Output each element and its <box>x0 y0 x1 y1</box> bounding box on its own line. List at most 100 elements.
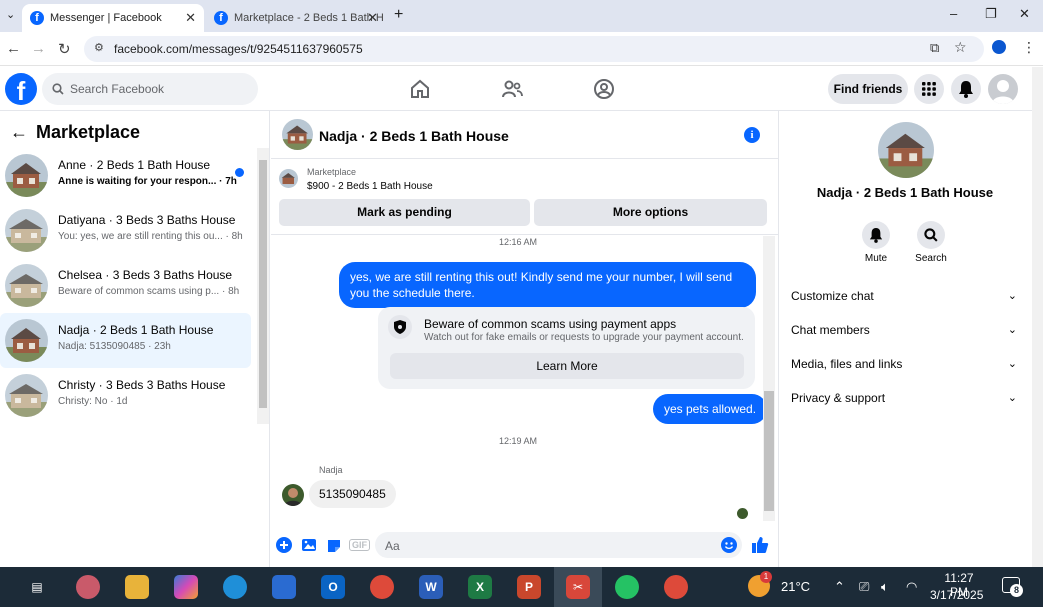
chat-name: Chelsea · 3 Beds 3 Baths House <box>58 268 233 282</box>
more-options-button[interactable]: More options <box>534 199 767 226</box>
excel-icon[interactable]: X <box>468 575 492 599</box>
read-receipt-avatar <box>737 508 748 519</box>
sender-avatar[interactable] <box>282 484 304 506</box>
mute-button[interactable]: Mute <box>848 221 904 264</box>
volume-icon[interactable]: 🔈︎ <box>881 579 889 595</box>
chrome-icon[interactable] <box>370 575 394 599</box>
learn-more-button[interactable]: Learn More <box>390 353 744 379</box>
mark-as-pending-button[interactable]: Mark as pending <box>279 199 530 226</box>
message-composer: GIF Aa <box>271 529 778 567</box>
account-avatar[interactable] <box>988 74 1018 104</box>
groups-icon[interactable] <box>592 77 616 101</box>
find-friends-button[interactable]: Find friends <box>828 74 908 104</box>
url-text: facebook.com/messages/t/9254511637960575 <box>114 42 363 56</box>
conversation-scrollbar[interactable] <box>763 236 775 521</box>
listing-price-title[interactable]: $900 - 2 Beds 1 Bath House <box>307 181 433 192</box>
tab-close-icon[interactable]: ✕ <box>185 10 196 26</box>
tab-list-chevron-icon[interactable]: ⌄ <box>6 8 15 21</box>
install-app-icon[interactable]: ⧉ <box>930 40 939 56</box>
minimize-button[interactable]: – <box>950 6 957 21</box>
chat-item-chelsea[interactable]: Chelsea · 3 Beds 3 Baths House Beware of… <box>0 258 251 313</box>
back-arrow-icon[interactable]: ← <box>10 122 28 143</box>
wifi-icon[interactable]: ◠ <box>906 579 917 595</box>
url-field[interactable]: ⚙ facebook.com/messages/t/92545116379605… <box>84 36 984 62</box>
meet-icon[interactable]: ⎚ <box>859 579 869 595</box>
friends-icon[interactable] <box>500 77 524 101</box>
info-icon[interactable]: i <box>744 127 760 143</box>
reload-icon[interactable]: ↻ <box>58 40 71 58</box>
thumbs-up-icon[interactable] <box>751 536 769 554</box>
listing-thumbnail[interactable] <box>279 169 298 188</box>
page-scrollbar[interactable] <box>1032 67 1043 567</box>
forward-arrow-icon[interactable]: → <box>31 40 46 57</box>
media-files-links-row[interactable]: Media, files and links ⌄ <box>791 357 1021 379</box>
menu-button[interactable] <box>914 74 944 104</box>
home-icon[interactable] <box>408 77 432 101</box>
chat-name: Anne · 2 Beds 1 Bath House <box>58 158 211 172</box>
tab-close-icon[interactable]: ✕ <box>367 10 378 26</box>
mute-label: Mute <box>864 253 888 264</box>
close-window-button[interactable]: ✕ <box>1019 6 1030 22</box>
file-explorer-icon[interactable] <box>125 575 149 599</box>
site-info-icon[interactable]: ⚙ <box>94 41 104 54</box>
chat-item-nadja[interactable]: Nadja · 2 Beds 1 Bath House Nadja: 51350… <box>0 313 251 368</box>
message-input[interactable]: Aa <box>375 532 742 558</box>
scrollbar-thumb[interactable] <box>764 391 774 511</box>
search-button[interactable]: Search <box>903 221 959 264</box>
bell-icon <box>869 228 883 243</box>
add-plus-icon[interactable] <box>276 537 292 553</box>
app-icon[interactable] <box>76 575 100 599</box>
gif-icon[interactable]: GIF <box>349 539 370 551</box>
search-input[interactable]: Search Facebook <box>42 73 258 105</box>
privacy-support-row[interactable]: Privacy & support ⌄ <box>791 391 1021 413</box>
scrollbar-thumb[interactable] <box>259 160 267 408</box>
profile-icon[interactable] <box>992 40 1006 54</box>
chat-item-datiyana[interactable]: Datiyana · 3 Beds 3 Baths House You: yes… <box>0 203 251 258</box>
store-icon[interactable] <box>272 575 296 599</box>
word-icon[interactable]: W <box>419 575 443 599</box>
chat-details-panel: Nadja · 2 Beds 1 Bath House Mute Search … <box>778 111 1032 567</box>
customize-chat-row[interactable]: Customize chat ⌄ <box>791 289 1021 311</box>
snipping-tool-icon[interactable]: ✂ <box>566 575 590 599</box>
chevron-up-icon[interactable]: ⌃ <box>834 579 845 595</box>
back-arrow-icon[interactable]: ← <box>6 40 21 57</box>
browser-menu-icon[interactable]: ⋮ <box>1022 39 1036 56</box>
weather-icon[interactable]: 1 <box>748 571 772 597</box>
tab-messenger[interactable]: f Messenger | Facebook ✕ <box>22 4 204 32</box>
bookmark-star-icon[interactable]: ☆ <box>954 39 967 56</box>
chevron-down-icon: ⌄ <box>1007 324 1017 336</box>
conversation-avatar[interactable] <box>282 119 313 150</box>
notifications-button[interactable] <box>951 74 981 104</box>
whatsapp-icon[interactable] <box>615 575 639 599</box>
outlook-icon[interactable]: O <box>321 575 345 599</box>
chat-item-christy[interactable]: Christy · 3 Beds 3 Baths House Christy: … <box>0 368 251 423</box>
incoming-message[interactable]: 5135090485 <box>309 480 396 508</box>
chat-name: Datiyana · 3 Beds 3 Baths House <box>58 213 236 227</box>
powerpoint-icon[interactable]: P <box>517 575 541 599</box>
clock-date[interactable]: 3/17/2025 <box>930 588 983 602</box>
tab-marketplace[interactable]: f Marketplace - 2 Beds 1 Bath H ✕ <box>206 4 386 32</box>
chat-members-row[interactable]: Chat members ⌄ <box>791 323 1021 345</box>
chrome-profile-icon[interactable] <box>664 575 688 599</box>
outgoing-message[interactable]: yes, we are still renting this out! Kind… <box>339 262 756 308</box>
notification-center-icon[interactable]: 8 <box>1002 577 1023 597</box>
message-placeholder: Aa <box>385 539 400 553</box>
conversation-panel: Nadja · 2 Beds 1 Bath House i Marketplac… <box>271 111 778 567</box>
shield-icon-wrap <box>388 315 412 339</box>
chat-list-panel: ← Marketplace Anne · 2 Beds 1 Bath House… <box>0 111 270 567</box>
restore-button[interactable]: ❐ <box>985 6 997 22</box>
chat-item-anne[interactable]: Anne · 2 Beds 1 Bath House Anne is waiti… <box>0 148 251 203</box>
conversation-avatar-large[interactable] <box>878 122 934 178</box>
outgoing-message[interactable]: yes pets allowed. <box>653 394 768 424</box>
sticker-icon[interactable] <box>326 537 342 553</box>
chat-list-scrollbar[interactable] <box>257 148 269 424</box>
emoji-icon[interactable] <box>721 537 737 553</box>
edge-icon[interactable] <box>223 575 247 599</box>
new-tab-button[interactable]: + <box>394 6 403 24</box>
photo-icon[interactable] <box>301 537 317 553</box>
conversation-title[interactable]: Nadja · 2 Beds 1 Bath House <box>319 128 509 144</box>
facebook-logo[interactable]: f <box>5 73 37 106</box>
temperature[interactable]: 21°C <box>781 579 810 594</box>
task-view-icon[interactable]: ▤ <box>25 575 49 599</box>
copilot-icon[interactable] <box>174 575 198 599</box>
